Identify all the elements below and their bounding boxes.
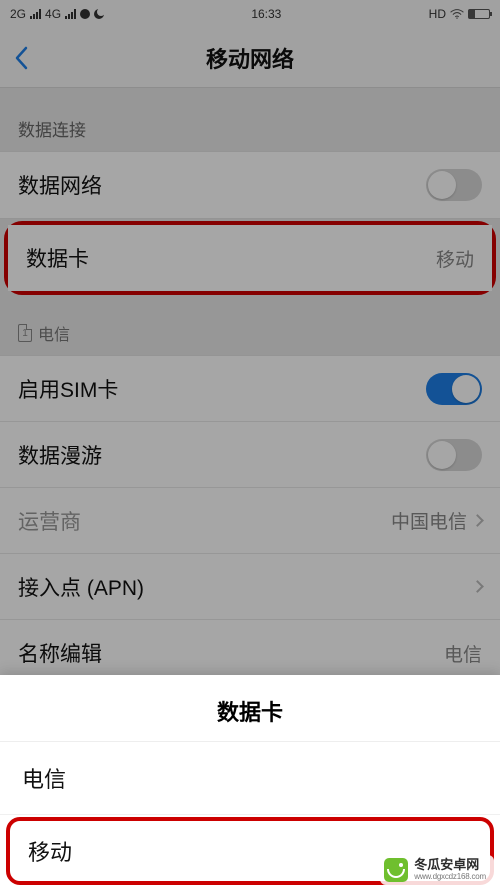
toggle-enable-sim[interactable] [426,373,482,405]
wifi-icon [450,9,464,19]
group-sim1: 启用SIM卡 数据漫游 运营商 中国电信 接入点 (APN) 名称编辑 电信 [0,355,500,687]
hd-label: HD [429,7,446,21]
sim-card-icon: 1 [18,324,32,342]
sim-carrier-header: 电信 [38,321,70,345]
row-data-roaming[interactable]: 数据漫游 [0,422,500,488]
chevron-right-icon [471,514,484,527]
watermark: 冬瓜安卓网 www.dgxcdz168.com [380,855,494,885]
watermark-logo-icon [384,858,408,882]
circle-icon [80,9,90,19]
watermark-name: 冬瓜安卓网 [414,858,486,872]
net-2g-label: 2G [10,7,26,21]
toggle-mobile-data[interactable] [426,169,482,201]
row-label: 数据漫游 [18,440,102,470]
section-header-data-connection: 数据连接 [0,88,500,151]
page-title: 移动网络 [206,42,294,74]
back-button[interactable] [14,38,44,78]
group-data-connection: 数据网络 [0,151,500,219]
signal-bars-icon [30,9,41,19]
chevron-left-icon [14,46,28,70]
status-right: HD [429,7,490,21]
row-value: 中国电信 [391,507,467,534]
row-label: 接入点 (APN) [18,572,144,602]
battery-icon [468,9,490,19]
row-label: 启用SIM卡 [18,374,118,404]
status-left: 2G 4G [10,7,104,21]
signal-bars-icon [65,9,76,19]
highlight-data-card-row: 数据卡 移动 [4,221,496,295]
toggle-data-roaming[interactable] [426,439,482,471]
sheet-title: 数据卡 [0,675,500,742]
row-value: 电信 [444,640,482,667]
row-enable-sim[interactable]: 启用SIM卡 [0,356,500,422]
status-time: 16:33 [251,7,281,21]
row-carrier[interactable]: 运营商 中国电信 [0,488,500,554]
row-label: 数据网络 [18,170,102,200]
net-4g-label: 4G [45,7,61,21]
status-bar: 2G 4G 16:33 HD [0,0,500,28]
sheet-option-1[interactable]: 电信 [0,742,500,815]
row-label: 数据卡 [26,243,89,273]
row-mobile-data[interactable]: 数据网络 [0,152,500,218]
nav-bar: 移动网络 [0,28,500,88]
row-value: 移动 [436,245,474,272]
chevron-right-icon [471,580,484,593]
row-label: 名称编辑 [18,638,102,668]
section-header-sim1: 1 电信 [0,297,500,355]
watermark-url: www.dgxcdz168.com [414,873,486,882]
row-apn[interactable]: 接入点 (APN) [0,554,500,620]
moon-icon [94,9,104,19]
row-label: 运营商 [18,506,81,536]
row-data-card[interactable]: 数据卡 移动 [8,225,492,291]
